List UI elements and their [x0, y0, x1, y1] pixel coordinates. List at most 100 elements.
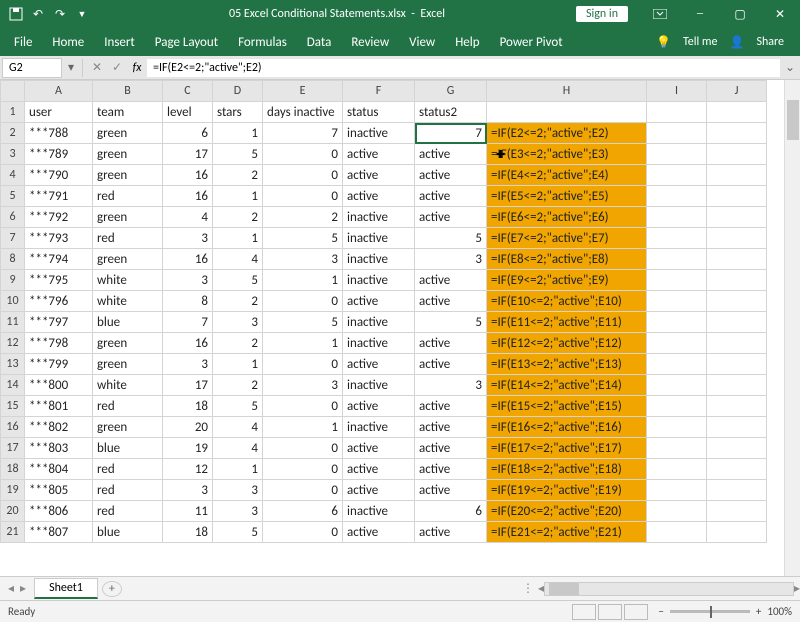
cell-A10[interactable]: ***796 — [25, 291, 93, 312]
cell-H9[interactable]: =IF(E9<=2;"active";E9) — [487, 270, 647, 291]
cell-C9[interactable]: 3 — [163, 270, 213, 291]
row-header-13[interactable]: 13 — [1, 354, 25, 375]
row-header-9[interactable]: 9 — [1, 270, 25, 291]
page-layout-view-button[interactable] — [598, 604, 622, 620]
cell-J12[interactable] — [707, 333, 767, 354]
cell-D5[interactable]: 1 — [213, 186, 263, 207]
cell-F2[interactable]: inactive — [343, 123, 415, 144]
cell-H11[interactable]: =IF(E11<=2;"active";E11) — [487, 312, 647, 333]
cell-G3[interactable]: active — [415, 144, 487, 165]
cell-G8[interactable]: 3 — [415, 249, 487, 270]
cell-E4[interactable]: 0 — [263, 165, 343, 186]
cell-A16[interactable]: ***802 — [25, 417, 93, 438]
cell-I13[interactable] — [647, 354, 707, 375]
row-header-15[interactable]: 15 — [1, 396, 25, 417]
cell-B12[interactable]: green — [93, 333, 163, 354]
accept-formula-icon[interactable]: ✓ — [107, 60, 127, 75]
cell-J6[interactable] — [707, 207, 767, 228]
cell-G2[interactable]: 7 — [415, 123, 487, 144]
page-break-view-button[interactable] — [624, 604, 648, 620]
cell-B17[interactable]: blue — [93, 438, 163, 459]
qat-dropdown-icon[interactable]: ▼ — [74, 6, 90, 22]
row-header-7[interactable]: 7 — [1, 228, 25, 249]
cell-A11[interactable]: ***797 — [25, 312, 93, 333]
cell-H5[interactable]: =IF(E5<=2;"active";E5) — [487, 186, 647, 207]
cell-F19[interactable]: active — [343, 480, 415, 501]
column-header-A[interactable]: A — [25, 81, 93, 102]
cell-F11[interactable]: inactive — [343, 312, 415, 333]
cell-D3[interactable]: 5 — [213, 144, 263, 165]
sheet-tab-sheet1[interactable]: Sheet1 — [34, 578, 98, 599]
row-header-10[interactable]: 10 — [1, 291, 25, 312]
cell-F5[interactable]: active — [343, 186, 415, 207]
ribbon-tab-page-layout[interactable]: Page Layout — [145, 31, 228, 54]
cell-B1[interactable]: team — [93, 102, 163, 123]
cell-J16[interactable] — [707, 417, 767, 438]
cell-B3[interactable]: green — [93, 144, 163, 165]
cell-E16[interactable]: 1 — [263, 417, 343, 438]
cell-D7[interactable]: 1 — [213, 228, 263, 249]
cell-F16[interactable]: inactive — [343, 417, 415, 438]
cell-G19[interactable]: active — [415, 480, 487, 501]
cell-I18[interactable] — [647, 459, 707, 480]
cell-H13[interactable]: =IF(E13<=2;"active";E13) — [487, 354, 647, 375]
ribbon-tab-help[interactable]: Help — [445, 31, 489, 54]
cell-B16[interactable]: green — [93, 417, 163, 438]
cell-F7[interactable]: inactive — [343, 228, 415, 249]
cell-H1[interactable] — [487, 102, 647, 123]
row-header-14[interactable]: 14 — [1, 375, 25, 396]
share-button[interactable]: Share — [756, 35, 784, 49]
cell-I15[interactable] — [647, 396, 707, 417]
cell-A19[interactable]: ***805 — [25, 480, 93, 501]
hscroll-divider[interactable]: ⋮ — [522, 581, 534, 596]
cell-D11[interactable]: 3 — [213, 312, 263, 333]
cell-A4[interactable]: ***790 — [25, 165, 93, 186]
cell-I12[interactable] — [647, 333, 707, 354]
cell-D16[interactable]: 4 — [213, 417, 263, 438]
cell-J5[interactable] — [707, 186, 767, 207]
ribbon-options-icon[interactable] — [640, 0, 680, 28]
save-icon[interactable] — [8, 6, 24, 22]
cell-H2[interactable]: =IF(E2<=2;"active";E2) — [487, 123, 647, 144]
cell-E7[interactable]: 5 — [263, 228, 343, 249]
cell-C21[interactable]: 18 — [163, 522, 213, 543]
cell-A6[interactable]: ***792 — [25, 207, 93, 228]
cell-E18[interactable]: 0 — [263, 459, 343, 480]
cell-A8[interactable]: ***794 — [25, 249, 93, 270]
redo-icon[interactable]: ↷ — [52, 6, 68, 22]
maximize-icon[interactable]: ▢ — [720, 0, 760, 28]
cell-J10[interactable] — [707, 291, 767, 312]
cell-E1[interactable]: days inactive — [263, 102, 343, 123]
cell-E20[interactable]: 6 — [263, 501, 343, 522]
ribbon-tab-file[interactable]: File — [4, 31, 42, 54]
cell-E17[interactable]: 0 — [263, 438, 343, 459]
cell-E6[interactable]: 2 — [263, 207, 343, 228]
cell-J13[interactable] — [707, 354, 767, 375]
cell-I5[interactable] — [647, 186, 707, 207]
select-all-corner[interactable] — [1, 81, 25, 102]
cell-C10[interactable]: 8 — [163, 291, 213, 312]
cell-E2[interactable]: 7 — [263, 123, 343, 144]
zoom-out-button[interactable]: − — [658, 605, 663, 618]
cell-E15[interactable]: 0 — [263, 396, 343, 417]
zoom-in-button[interactable]: + — [756, 605, 761, 618]
cell-B11[interactable]: blue — [93, 312, 163, 333]
cell-C11[interactable]: 7 — [163, 312, 213, 333]
cell-C19[interactable]: 3 — [163, 480, 213, 501]
cell-J7[interactable] — [707, 228, 767, 249]
cell-D4[interactable]: 2 — [213, 165, 263, 186]
cell-D20[interactable]: 3 — [213, 501, 263, 522]
cell-C2[interactable]: 6 — [163, 123, 213, 144]
hscroll-right-icon[interactable]: ▸ — [794, 581, 800, 596]
cell-F1[interactable]: status — [343, 102, 415, 123]
cell-I4[interactable] — [647, 165, 707, 186]
cell-B14[interactable]: white — [93, 375, 163, 396]
cell-G21[interactable]: active — [415, 522, 487, 543]
cell-A3[interactable]: ***789 — [25, 144, 93, 165]
close-icon[interactable]: ✕ — [760, 0, 800, 28]
column-header-I[interactable]: I — [647, 81, 707, 102]
row-header-20[interactable]: 20 — [1, 501, 25, 522]
cell-A20[interactable]: ***806 — [25, 501, 93, 522]
ribbon-tab-review[interactable]: Review — [341, 31, 399, 54]
cell-C12[interactable]: 16 — [163, 333, 213, 354]
